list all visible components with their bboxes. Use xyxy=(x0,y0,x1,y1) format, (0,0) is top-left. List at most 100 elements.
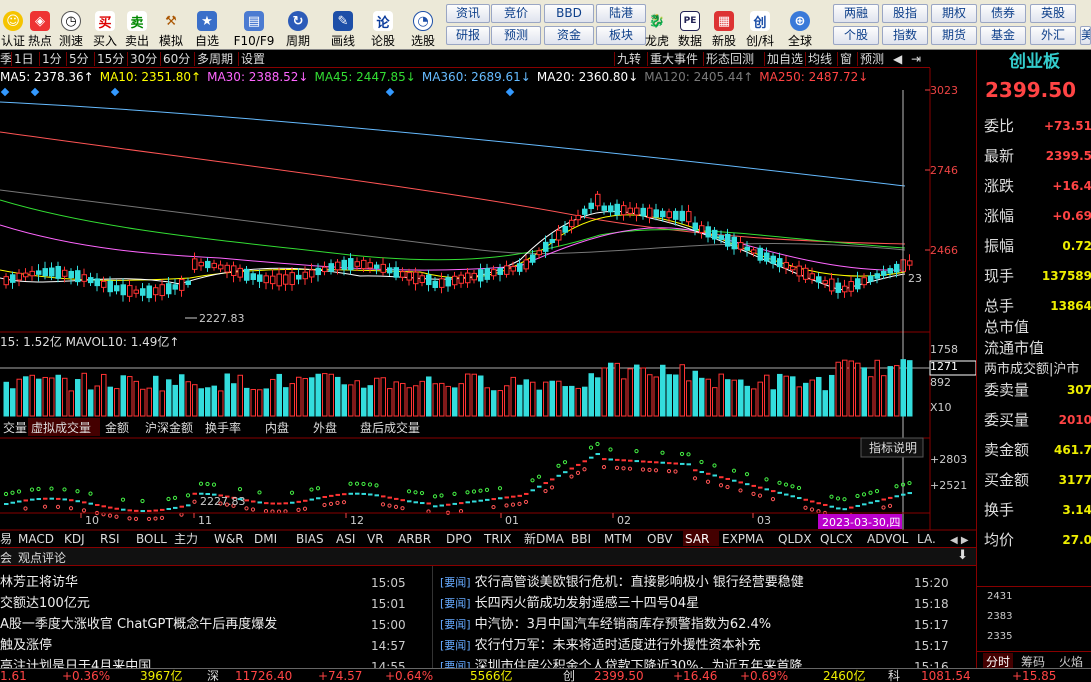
indicator-tab[interactable]: DPO xyxy=(446,532,472,546)
volume-tab[interactable]: 外盘 xyxy=(313,420,337,435)
toolbar-star-folder-button[interactable]: ★ 自选 xyxy=(190,2,224,48)
toolbar-chuang-button[interactable]: 创创/科 xyxy=(738,2,782,48)
indicator-tab[interactable]: MTM xyxy=(604,532,632,546)
news-headline[interactable]: [要闻] 农行高管谈美欧银行危机：直接影响极小 银行经营要稳健 xyxy=(440,573,910,593)
candle-body xyxy=(244,268,250,281)
toolbar-link[interactable]: 个股 xyxy=(833,26,879,45)
toolbar-link[interactable]: 股指 xyxy=(882,4,928,23)
volume-tab[interactable]: 虚拟成交量 xyxy=(31,420,91,435)
toolbar-more-link[interactable]: 美 xyxy=(1080,26,1091,45)
download-icon[interactable]: ⬇ xyxy=(957,548,968,563)
toolbar-search-chart-button[interactable]: ◔ 选股 xyxy=(406,2,440,48)
indicator-tab[interactable]: OBV xyxy=(647,532,673,546)
indicator-tab[interactable]: BBI xyxy=(571,532,591,546)
kline-chart-panel[interactable]: 季 1日 1分 5分 15分 30分 60分 多周期 设置 九转 重大事件 形态回测 加自选 均线窗预测 ◀… xyxy=(0,50,976,547)
candle-body xyxy=(439,278,445,288)
toolbar-link[interactable]: 外汇 xyxy=(1030,26,1076,45)
news-headline[interactable]: [要闻] 长四丙火箭成功发射遥感三十四号04星 xyxy=(440,594,910,614)
candle-body xyxy=(322,266,328,273)
indicator-tab[interactable]: 新DMA xyxy=(524,531,565,546)
news-headline[interactable]: [要闻] 农行付万军：未来将适时适度进行外援性资本补充 xyxy=(440,636,910,656)
indicator-tab[interactable]: KDJ xyxy=(64,532,85,546)
toolbar-dragon-button[interactable]: 🐉 龙虎 xyxy=(639,2,675,49)
toolbar-discuss-button[interactable]: 论论股 xyxy=(366,2,400,48)
toolbar-hot-button[interactable]: ◈ 热点 xyxy=(23,2,57,48)
indicator-tab[interactable]: VR xyxy=(367,532,384,546)
candle-body xyxy=(601,205,607,211)
volume-tab[interactable]: 金额 xyxy=(105,420,129,435)
toolbar-link[interactable]: 预测 xyxy=(491,26,541,45)
candle-body xyxy=(426,274,432,286)
toolbar-new-stock-button[interactable]: ▦ 新股 xyxy=(706,2,742,48)
indicator-tab[interactable]: TRIX xyxy=(483,532,511,546)
sar-candle xyxy=(17,500,22,503)
volume-tab[interactable]: 内盘 xyxy=(265,420,289,435)
news-headline[interactable]: 林芳正将访华 xyxy=(0,573,360,593)
toolbar-link[interactable]: 资金 xyxy=(544,26,594,45)
toolbar-link[interactable]: 基金 xyxy=(980,26,1026,45)
volume-bar xyxy=(660,364,666,417)
indicator-tab[interactable]: LA. xyxy=(917,532,936,546)
indicator-tab[interactable]: RSI xyxy=(100,532,120,546)
quote-value: 0.72 xyxy=(1062,239,1091,253)
indicator-tab[interactable]: 主力 xyxy=(174,532,198,546)
news-tab[interactable]: 观点评论 xyxy=(18,549,66,566)
toolbar-f10-button[interactable]: ▤ F10/F9 xyxy=(231,2,277,48)
indicator-tab[interactable]: 易 xyxy=(0,532,12,546)
toolbar-link[interactable]: 期权 xyxy=(931,4,977,23)
toolbar-pen-button[interactable]: ✎ 画线 xyxy=(326,2,360,48)
status-item: 1.61 xyxy=(0,669,27,682)
toolbar-link[interactable]: 资讯 xyxy=(446,4,490,23)
news-headline[interactable]: [要闻] 中汽协：3月中国汽车经销商库存预警指数为62.4% xyxy=(440,615,910,635)
indicator-tab[interactable]: ASI xyxy=(336,532,355,546)
news-headline[interactable]: A股一季度大涨收官 ChatGPT概念午后再度爆发 xyxy=(0,615,360,635)
indicator-tab[interactable]: QLDX xyxy=(778,532,812,546)
news-headline[interactable]: 交额达100亿元 xyxy=(0,594,360,614)
indicator-tab[interactable]: EXPMA xyxy=(722,532,764,546)
indicator-tab[interactable]: BIAS xyxy=(296,532,324,546)
intraday-mini-chart[interactable]: 2431 2383 2335 xyxy=(977,586,1091,649)
volume-bar xyxy=(380,377,386,417)
toolbar-label: F10/F9 xyxy=(233,34,275,48)
toolbar-sell-button[interactable]: 卖卖出 xyxy=(120,2,154,48)
indicator-tab[interactable]: ADVOL xyxy=(867,532,909,546)
indicator-tab[interactable]: BOLL xyxy=(136,532,167,546)
sar-candle xyxy=(751,484,756,487)
sar-dot xyxy=(621,466,626,471)
toolbar-clock-button[interactable]: ◷ 测速 xyxy=(54,2,88,48)
indicator-tab[interactable]: SAR xyxy=(685,532,709,546)
volume-tab[interactable]: 换手率 xyxy=(205,420,241,435)
toolbar-pe-button[interactable]: PE 数据 xyxy=(672,2,708,48)
toolbar-globe-button[interactable]: ⊕ 全球 xyxy=(782,2,818,48)
toolbar-period-button[interactable]: ↻ 周期 xyxy=(281,2,315,48)
sar-candle xyxy=(868,501,873,504)
toolbar-link[interactable]: 研报 xyxy=(446,26,490,45)
toolbar-link[interactable]: 债券 xyxy=(980,4,1026,23)
indicator-tab[interactable]: W&R xyxy=(214,532,244,546)
toolbar-hammer-button[interactable]: ⚒ 模拟 xyxy=(154,2,188,49)
month-label: 02 xyxy=(617,514,631,527)
volume-bar xyxy=(172,384,178,417)
toolbar-label: 热点 xyxy=(27,34,52,48)
toolbar-link[interactable]: BBD xyxy=(544,4,594,23)
toolbar-link[interactable]: 英股 xyxy=(1030,4,1076,23)
toolbar-link[interactable]: 竞价 xyxy=(491,4,541,23)
volume-bar xyxy=(796,386,802,417)
toolbar-link[interactable]: 期货 xyxy=(931,26,977,45)
indicator-tab[interactable]: DMI xyxy=(254,532,277,546)
volume-tab[interactable]: 沪深金额 xyxy=(145,420,193,435)
volume-tab[interactable]: 交量 xyxy=(3,420,27,435)
indicator-help-label[interactable]: 指标说明 xyxy=(869,440,917,455)
toolbar-buy-button[interactable]: 买买入 xyxy=(88,2,122,48)
indicator-tab[interactable]: MACD xyxy=(18,532,54,546)
news-headline[interactable]: 触及涨停 xyxy=(0,636,360,656)
volume-tab[interactable]: 盘后成交量 xyxy=(360,420,420,435)
indicator-tab[interactable]: ARBR xyxy=(398,532,431,546)
indicator-tab[interactable]: QLCX xyxy=(820,532,853,546)
chart-canvas[interactable]: 3023 2746 2466 23 2227.83 15: 1.52亿 MAVOL10: … xyxy=(0,50,976,547)
sar-candle xyxy=(524,492,529,495)
toolbar-link[interactable]: 指数 xyxy=(882,26,928,45)
volume-bar xyxy=(523,379,529,417)
toolbar-link[interactable]: 两融 xyxy=(833,4,879,23)
news-tab[interactable]: 会 xyxy=(0,549,12,566)
